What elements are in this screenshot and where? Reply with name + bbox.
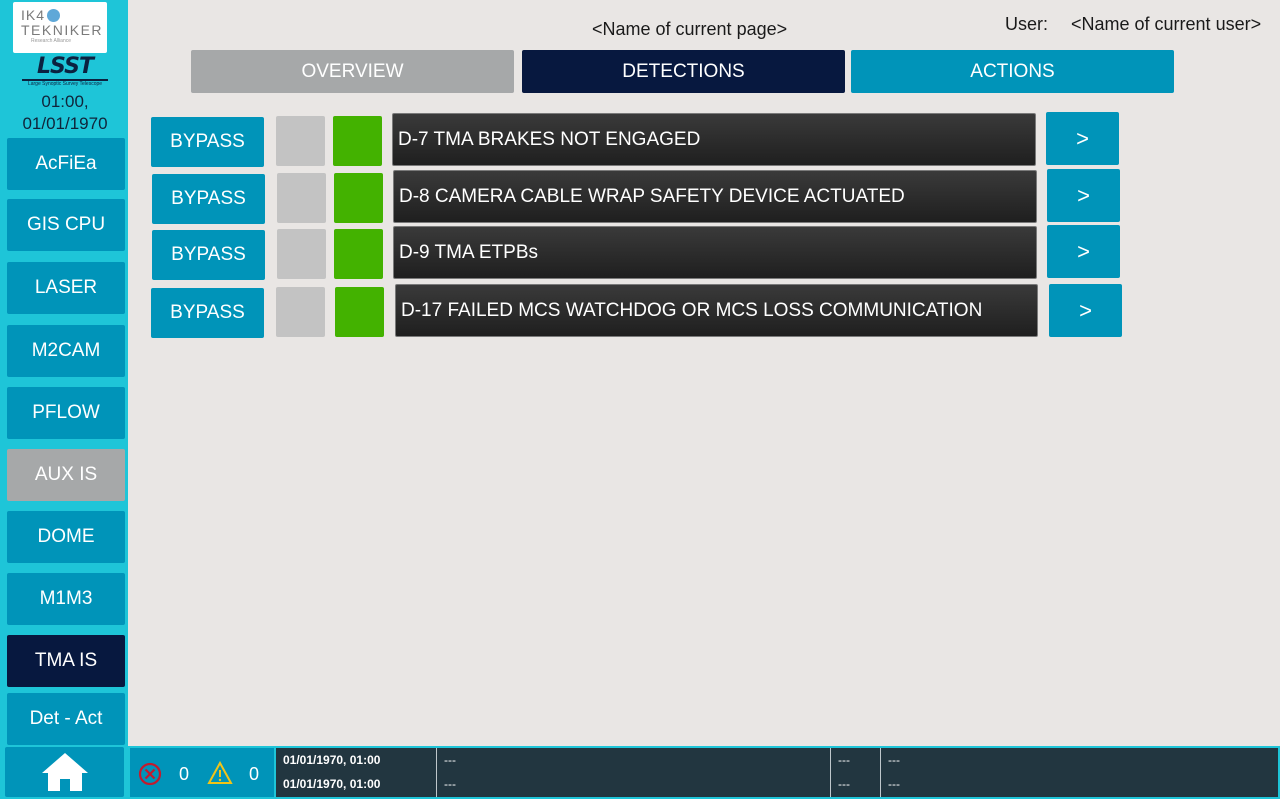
- tab-overview[interactable]: OVERVIEW: [191, 50, 514, 93]
- tab-label: OVERVIEW: [301, 60, 404, 82]
- tab-detections[interactable]: DETECTIONS: [522, 50, 845, 93]
- sidebar-item-gis-cpu[interactable]: GIS CPU: [7, 199, 125, 251]
- log-cell: ---: [888, 753, 900, 767]
- sidebar: IK4 TEKNIKER Research Alliance LSST Larg…: [0, 0, 128, 746]
- chevron-right-icon: >: [1077, 238, 1090, 264]
- bypass-status-indicator: [277, 173, 326, 223]
- clock-time: 01:00,: [41, 92, 89, 111]
- sidebar-item-label: DOME: [37, 526, 95, 547]
- home-icon: [41, 753, 88, 791]
- sidebar-item-tma-is[interactable]: TMA IS: [7, 635, 125, 687]
- log-cell: ---: [838, 753, 850, 767]
- log-message-column: [437, 748, 831, 797]
- tab-actions[interactable]: ACTIONS: [851, 50, 1174, 93]
- detection-status-indicator: [334, 229, 383, 279]
- alarm-summary[interactable]: 0 0: [128, 746, 276, 799]
- log-message: ---: [444, 753, 456, 767]
- logo-tekniker-text: TEKNIKER: [21, 22, 104, 38]
- detection-details-button[interactable]: >: [1047, 169, 1120, 222]
- log-timestamp: 01/01/1970, 01:00: [283, 753, 381, 767]
- tab-label: DETECTIONS: [622, 60, 745, 82]
- chevron-right-icon: >: [1079, 297, 1092, 323]
- sidebar-item-label: TMA IS: [34, 650, 98, 671]
- bypass-button[interactable]: BYPASS: [152, 230, 265, 280]
- detection-status-indicator: [335, 287, 384, 337]
- lsst-logo-word: LSST: [37, 54, 94, 79]
- sidebar-item-acfiea[interactable]: AcFiEa: [7, 138, 125, 190]
- logo-ik4-text: IK4: [21, 7, 46, 23]
- bypass-label: BYPASS: [170, 131, 245, 152]
- detection-details-button[interactable]: >: [1046, 112, 1119, 165]
- detection-details-button[interactable]: >: [1047, 225, 1120, 278]
- sidebar-item-dome[interactable]: DOME: [7, 511, 125, 563]
- bypass-button[interactable]: BYPASS: [151, 117, 264, 167]
- sidebar-item-aux-is[interactable]: AUX IS: [7, 449, 125, 501]
- home-button[interactable]: [5, 747, 124, 797]
- log-cell: ---: [838, 777, 850, 791]
- sidebar-item-label: M1M3: [39, 588, 93, 609]
- sidebar-item-label: AcFiEa: [35, 153, 97, 174]
- sidebar-item-label: PFLOW: [32, 402, 100, 423]
- sidebar-item-label: LASER: [34, 277, 98, 298]
- sidebar-item-det-act[interactable]: Det - Act: [7, 693, 125, 745]
- sidebar-item-m1m3[interactable]: M1M3: [7, 573, 125, 625]
- sidebar-item-m2cam[interactable]: M2CAM: [7, 325, 125, 377]
- lsst-logo-tagline: Large Synoptic Survey Telescope: [27, 81, 103, 87]
- chevron-right-icon: >: [1076, 125, 1089, 151]
- user-label: User:: [1005, 14, 1049, 34]
- sidebar-item-laser[interactable]: LASER: [7, 262, 125, 314]
- page-title: <Name of current page>: [592, 19, 788, 39]
- detection-status-indicator: [333, 116, 382, 166]
- bypass-button[interactable]: BYPASS: [151, 288, 264, 338]
- clock-date: 01/01/1970: [22, 114, 108, 133]
- sidebar-item-label: Det - Act: [29, 708, 103, 729]
- chevron-right-icon: >: [1077, 182, 1090, 208]
- detection-label: D-9 TMA ETPBs: [393, 226, 1037, 279]
- detection-status-indicator: [334, 173, 383, 223]
- user-name: <Name of current user>: [1071, 14, 1262, 34]
- ik4-tekniker-logo: IK4 TEKNIKER Research Alliance: [13, 2, 107, 53]
- sidebar-item-label: GIS CPU: [26, 214, 106, 235]
- warning-count: 0: [249, 764, 260, 784]
- bypass-label: BYPASS: [171, 244, 246, 265]
- bypass-status-indicator: [276, 287, 325, 337]
- lsst-logo: LSST Large Synoptic Survey Telescope: [18, 56, 112, 88]
- detection-label-text: D-7 TMA BRAKES NOT ENGAGED: [398, 128, 701, 150]
- detection-label-text: D-9 TMA ETPBs: [399, 241, 539, 263]
- detection-label: D-17 FAILED MCS WATCHDOG OR MCS LOSS COM…: [395, 284, 1038, 337]
- bypass-label: BYPASS: [171, 188, 246, 209]
- warning-triangle-icon: [207, 761, 233, 784]
- clock: 01:00, 01/01/1970: [0, 91, 130, 135]
- logo-tagline: Research Alliance: [31, 38, 72, 44]
- event-log: 01/01/1970, 01:00 --- --- --- 01/01/1970…: [276, 746, 1280, 799]
- tab-label: ACTIONS: [970, 60, 1055, 82]
- bypass-status-indicator: [277, 229, 326, 279]
- bypass-status-indicator: [276, 116, 325, 166]
- bypass-button[interactable]: BYPASS: [152, 174, 265, 224]
- detection-label: D-7 TMA BRAKES NOT ENGAGED: [392, 113, 1036, 166]
- alarm-count: 0: [179, 764, 190, 784]
- logo-dot-icon: [47, 9, 61, 22]
- error-circle-icon: [138, 762, 162, 786]
- log-timestamp: 01/01/1970, 01:00: [283, 777, 381, 791]
- bypass-label: BYPASS: [170, 302, 245, 323]
- log-message: ---: [444, 777, 456, 791]
- log-cell: ---: [888, 777, 900, 791]
- sidebar-item-label: AUX IS: [34, 464, 98, 485]
- detection-label: D-8 CAMERA CABLE WRAP SAFETY DEVICE ACTU…: [393, 170, 1037, 223]
- detection-label-text: D-8 CAMERA CABLE WRAP SAFETY DEVICE ACTU…: [399, 185, 905, 207]
- detection-label-text: D-17 FAILED MCS WATCHDOG OR MCS LOSS COM…: [401, 299, 983, 321]
- detection-details-button[interactable]: >: [1049, 284, 1122, 337]
- sidebar-item-label: M2CAM: [31, 340, 101, 361]
- sidebar-item-pflow[interactable]: PFLOW: [7, 387, 125, 439]
